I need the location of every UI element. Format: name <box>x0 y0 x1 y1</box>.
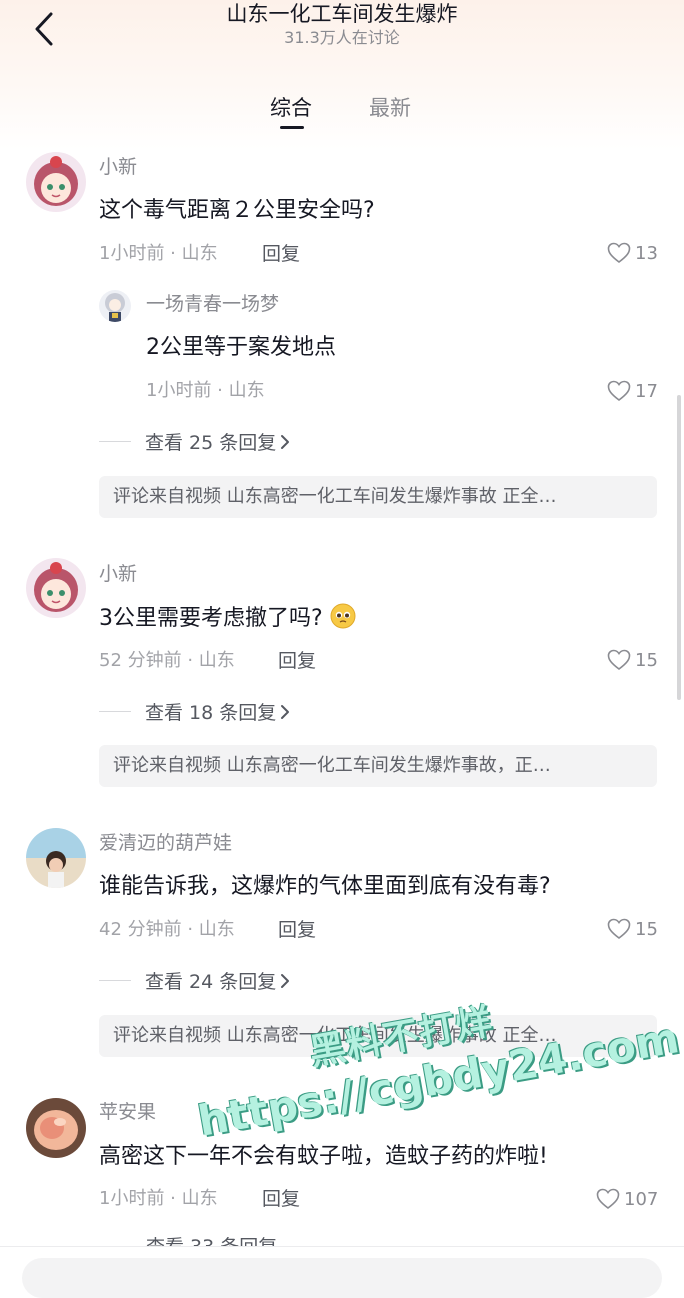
heart-outline-icon <box>596 1188 620 1210</box>
view-more-label: 查看 24 条回复 <box>145 971 277 993</box>
page-title: 山东一化工车间发生爆炸 <box>226 2 458 26</box>
like-count: 15 <box>635 918 658 940</box>
like-button[interactable]: 15 <box>607 918 658 940</box>
heart-outline-icon <box>607 918 631 940</box>
comment-text: 高密这下一年不会有蚊子啦，造蚊子药的炸啦! <box>99 1144 548 1169</box>
comment-username[interactable]: 苹安果 <box>99 1099 156 1125</box>
reply-meta: 1小时前 · 山东 <box>146 380 265 401</box>
source-video-link[interactable]: 评论来自视频 山东高密一化工车间发生爆炸事故 正全… <box>99 476 657 518</box>
like-count: 15 <box>635 649 658 671</box>
heart-outline-icon <box>607 242 631 264</box>
chevron-right-icon <box>281 434 290 449</box>
avatar[interactable] <box>26 558 86 618</box>
peach-photo-avatar-icon <box>26 1098 86 1158</box>
anime-girl-avatar-icon <box>26 152 86 212</box>
beach-photo-avatar-icon <box>26 828 86 888</box>
source-video-text: 评论来自视频 山东高密一化工车间发生爆炸事故 正全… <box>113 486 557 507</box>
reply-avatar[interactable] <box>99 290 131 322</box>
view-more-replies[interactable]: 查看 24 条回复 <box>99 967 294 994</box>
avatar[interactable] <box>26 828 86 888</box>
reply-text: 2公里等于案发地点 <box>146 335 336 360</box>
comment-meta: 42 分钟前 · 山东 <box>99 919 235 940</box>
comment-meta: 1小时前 · 山东 <box>99 1188 218 1209</box>
chevron-right-icon <box>281 973 290 988</box>
avatar[interactable] <box>26 152 86 212</box>
comment-text: 这个毒气距离２公里安全吗? <box>99 198 375 223</box>
view-more-label: 查看 18 条回复 <box>145 702 277 724</box>
chevron-right-icon <box>281 704 290 719</box>
discussion-count: 31.3万人在讨论 <box>284 28 400 47</box>
comment-text: 3公里需要考虑撤了吗? <box>99 603 356 634</box>
view-more-replies[interactable]: 查看 18 条回复 <box>99 698 294 725</box>
reply-button[interactable]: 回复 <box>278 917 316 943</box>
reply-button[interactable]: 回复 <box>262 1186 300 1212</box>
anime-character-avatar-icon <box>99 290 131 322</box>
tab-comprehensive[interactable]: 综合 <box>270 93 312 123</box>
reply-button[interactable]: 回复 <box>278 648 316 674</box>
comment-meta: 1小时前 · 山东 <box>99 243 218 264</box>
view-more-replies[interactable]: 查看 25 条回复 <box>99 428 294 455</box>
tab-latest[interactable]: 最新 <box>369 93 411 123</box>
avatar[interactable] <box>26 1098 86 1158</box>
reply-username[interactable]: 一场青春一场梦 <box>146 291 279 317</box>
source-video-text: 评论来自视频 山东高密一化工车间发生爆炸事故，正… <box>113 755 551 776</box>
like-count: 107 <box>624 1188 659 1210</box>
scrollbar[interactable] <box>677 395 681 700</box>
heart-outline-icon <box>607 380 631 402</box>
comment-text: 谁能告诉我，这爆炸的气体里面到底有没有毒? <box>99 874 551 899</box>
comment-username[interactable]: 小新 <box>99 561 137 587</box>
like-button[interactable]: 13 <box>607 242 658 264</box>
anime-girl-avatar-icon <box>26 558 86 618</box>
reply-button[interactable]: 回复 <box>262 241 300 267</box>
like-button[interactable]: 107 <box>596 1188 658 1210</box>
active-tab-indicator <box>280 126 304 129</box>
like-button[interactable]: 15 <box>607 649 658 671</box>
comment-meta: 52 分钟前 · 山东 <box>99 650 235 671</box>
pleading-face-emoji-icon <box>330 603 356 629</box>
view-more-replies-partial[interactable]: 查看 33 条回复 <box>146 1236 277 1246</box>
comment-input[interactable] <box>22 1258 662 1298</box>
view-more-label: 查看 25 条回复 <box>145 432 277 454</box>
like-count: 17 <box>635 380 658 402</box>
source-video-link[interactable]: 评论来自视频 山东高密一化工车间发生爆炸事故，正… <box>99 745 657 787</box>
like-count: 13 <box>635 242 658 264</box>
heart-outline-icon <box>607 649 631 671</box>
comment-username[interactable]: 小新 <box>99 154 137 180</box>
reply-like-button[interactable]: 17 <box>607 380 658 402</box>
comment-username[interactable]: 爱清迈的葫芦娃 <box>99 830 232 856</box>
